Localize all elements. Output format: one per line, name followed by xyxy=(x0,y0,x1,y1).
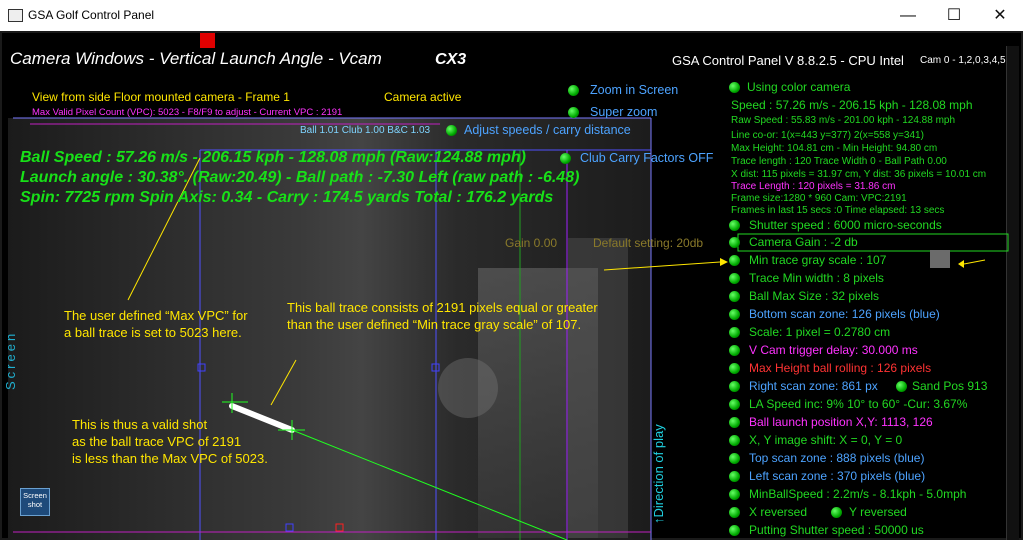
super-zoom-button[interactable]: Super zoom xyxy=(590,105,657,119)
top-scan-zone-item[interactable]: Top scan zone : 888 pixels (blue) xyxy=(749,451,924,465)
vcam-trigger-led[interactable] xyxy=(729,345,740,356)
using-color-led[interactable] xyxy=(729,82,740,93)
putting-shutter-led[interactable] xyxy=(729,525,740,536)
bottom-scan-zone-item[interactable]: Bottom scan zone: 126 pixels (blue) xyxy=(749,307,940,321)
shutter-led[interactable] xyxy=(729,220,740,231)
max-height-rolling-item[interactable]: Max Height ball rolling : 126 pixels xyxy=(749,361,931,375)
arrow-trace xyxy=(270,359,297,406)
left-scan-zone-item[interactable]: Left scan zone : 370 pixels (blue) xyxy=(749,469,925,483)
la-speed-item[interactable]: LA Speed inc: 9% 10° to 60° -Cur: 3.67% xyxy=(749,397,967,411)
camera-active-label: Camera active xyxy=(384,90,462,104)
raw-speed-readout: Raw Speed : 55.83 m/s - 201.00 kph - 124… xyxy=(731,115,956,126)
xdist-readout: X dist: 115 pixels = 31.97 cm, Y dist: 3… xyxy=(731,169,987,180)
ball-launch-led[interactable] xyxy=(729,417,740,428)
ball-max-led[interactable] xyxy=(729,291,740,302)
min-ball-speed-led[interactable] xyxy=(729,489,740,500)
frame-size-readout: Frame size:1280 * 960 Cam: VPC:2191 xyxy=(731,193,907,204)
max-height-roll-led[interactable] xyxy=(729,363,740,374)
line-coor-readout: Line co-or: 1(x=443 y=377) 2(x=558 y=341… xyxy=(731,130,924,141)
direction-of-play-label: ↑Direction of play xyxy=(651,424,666,524)
ball-speed-readout: Ball Speed : 57.26 m/s - 206.15 kph - 12… xyxy=(20,149,526,166)
bottom-scan-led[interactable] xyxy=(729,309,740,320)
vcam-trigger-item[interactable]: V Cam trigger delay: 30.000 ms xyxy=(749,343,918,357)
annotation-valid-shot: This is thus a valid shot as the ball tr… xyxy=(72,417,268,466)
super-zoom-led[interactable] xyxy=(568,107,579,118)
trace-min-width-item[interactable]: Trace Min width : 8 pixels xyxy=(749,271,884,285)
ball-trace xyxy=(222,393,568,540)
adjust-speeds-led[interactable] xyxy=(446,125,457,136)
ball-launch-position-item[interactable]: Ball launch position X,Y: 1113, 126 xyxy=(749,415,933,429)
gain-label: Gain 0.00 xyxy=(505,236,558,250)
scale-item[interactable]: Scale: 1 pixel = 0.2780 cm xyxy=(749,325,890,339)
zoom-in-led[interactable] xyxy=(568,85,579,96)
club-carry-led[interactable] xyxy=(560,153,571,164)
trace-length-cm-readout: Trace Length : 120 pixels = 31.86 cm xyxy=(731,181,896,192)
using-color-camera[interactable]: Using color camera xyxy=(747,80,850,94)
zone-marker-red xyxy=(335,523,344,532)
frames-last-readout: Frames in last 15 secs :0 Time elapsed: … xyxy=(731,205,945,216)
screen-label: Screen xyxy=(3,330,18,390)
ball-path-line xyxy=(291,429,568,540)
min-trace-gray-item[interactable]: Min trace gray scale : 107 xyxy=(749,253,886,267)
x-reversed-item[interactable]: X reversed xyxy=(749,505,807,519)
min-ball-speed-item[interactable]: MinBallSpeed : 2.2m/s - 8.1kph - 5.0mph xyxy=(749,487,966,501)
spin-readout: Spin: 7725 rpm Spin Axis: 0.34 - Carry :… xyxy=(20,189,554,206)
max-height-readout: Max Height: 104.81 cm - Min Height: 94.8… xyxy=(731,143,938,154)
x-reversed-led[interactable] xyxy=(729,507,740,518)
ball-club-factors: Ball 1.01 Club 1.00 B&C 1.03 xyxy=(300,125,431,136)
y-reversed-item[interactable]: Y reversed xyxy=(849,505,907,519)
xy-shift-led[interactable] xyxy=(729,435,740,446)
y-reversed-led[interactable] xyxy=(831,507,842,518)
sand-pos-item[interactable]: Sand Pos 913 xyxy=(912,379,987,393)
speed-readout: Speed : 57.26 m/s - 206.15 kph - 128.08 … xyxy=(731,98,973,112)
screenshot-button[interactable]: Screen shot xyxy=(20,488,50,516)
launch-angle-readout: Launch angle : 30.38°. (Raw:20.49) - Bal… xyxy=(20,169,580,186)
annotation-max-vpc: The user defined “Max VPC” for a ball tr… xyxy=(64,308,248,340)
camera-gain-item[interactable]: Camera Gain : -2 db xyxy=(749,235,858,249)
arrowhead-gray-swatch xyxy=(958,260,964,268)
sand-pos-led[interactable] xyxy=(896,381,907,392)
arrow-gray-swatch xyxy=(963,259,986,265)
zoom-in-button[interactable]: Zoom in Screen xyxy=(590,83,678,97)
trace-min-width-led[interactable] xyxy=(729,273,740,284)
shutter-speed-item[interactable]: Shutter speed : 6000 micro-seconds xyxy=(749,218,942,232)
zone-marker-left xyxy=(197,363,206,372)
max-vpc-label: Max Valid Pixel Count (VPC): 5023 - F8/F… xyxy=(32,107,343,118)
annotation-trace: This ball trace consists of 2191 pixels … xyxy=(287,300,598,332)
camera-gain-led[interactable] xyxy=(729,237,740,248)
zone-marker-bottom xyxy=(285,523,294,532)
scale-led[interactable] xyxy=(729,327,740,338)
adjust-speeds-button[interactable]: Adjust speeds / carry distance xyxy=(464,123,631,137)
default-setting-label: Default setting: 20db xyxy=(593,236,704,250)
view-label: View from side Floor mounted camera - Fr… xyxy=(32,90,290,104)
xy-image-shift-item[interactable]: X, Y image shift: X = 0, Y = 0 xyxy=(749,433,902,447)
arrow-min-trace xyxy=(603,261,721,271)
right-scan-led[interactable] xyxy=(729,381,740,392)
ball-max-size-item[interactable]: Ball Max Size : 32 pixels xyxy=(749,289,879,303)
la-speed-led[interactable] xyxy=(729,399,740,410)
trace-length-readout: Trace length : 120 Trace Width 0 - Ball … xyxy=(731,156,947,167)
arrowhead-min-trace xyxy=(720,258,728,266)
gray-scale-swatch xyxy=(930,250,950,268)
club-carry-button[interactable]: Club Carry Factors OFF xyxy=(580,151,713,165)
min-trace-led[interactable] xyxy=(729,255,740,266)
top-scan-led[interactable] xyxy=(729,453,740,464)
right-scan-zone-item[interactable]: Right scan zone: 861 px xyxy=(749,379,878,393)
putting-shutter-item[interactable]: Putting Shutter speed : 50000 us xyxy=(749,523,924,537)
left-scan-led[interactable] xyxy=(729,471,740,482)
